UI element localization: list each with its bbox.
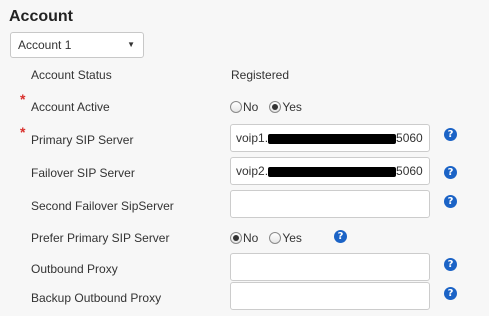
required-marker: *: [20, 124, 26, 140]
question-circle-icon[interactable]: ?: [444, 195, 457, 208]
account-active-no-option[interactable]: No: [230, 100, 258, 114]
radio-yes[interactable]: [269, 232, 282, 244]
outbound-proxy-label: Outbound Proxy: [31, 262, 118, 276]
second-failover-sip-server-input[interactable]: [230, 190, 430, 218]
row-failover-sip-server: Failover SIP Server voip2. 5060 ?: [0, 157, 489, 185]
prefer-primary-yes-option[interactable]: Yes: [269, 231, 302, 245]
second-failover-sip-server-label: Second Failover SipServer: [31, 199, 174, 213]
prefer-primary-radio-group: No Yes: [230, 226, 313, 250]
prefer-primary-sip-server-label: Prefer Primary SIP Server: [31, 231, 170, 245]
account-status-label: Account Status: [31, 68, 112, 82]
outbound-proxy-input[interactable]: [230, 253, 430, 281]
redaction-bar: [268, 133, 397, 144]
prefer-primary-no-option[interactable]: No: [230, 231, 258, 245]
row-primary-sip-server: * Primary SIP Server voip1. 5060 ?: [0, 124, 489, 152]
caret-down-icon: ▼: [127, 40, 135, 49]
primary-sip-suffix: 5060: [396, 131, 423, 145]
account-select-value: Account 1: [18, 38, 72, 52]
account-active-yes-option[interactable]: Yes: [269, 100, 302, 114]
radio-no[interactable]: [230, 232, 242, 244]
primary-sip-prefix: voip1.: [236, 131, 269, 145]
failover-sip-server-input[interactable]: voip2. 5060: [230, 157, 430, 185]
section-title: Account: [9, 8, 73, 25]
account-active-radio-group: No Yes: [230, 95, 313, 119]
radio-label-no: No: [243, 100, 259, 114]
failover-sip-suffix: 5060: [396, 164, 423, 178]
row-account-status: Account Status Registered: [0, 63, 489, 87]
question-circle-icon[interactable]: ?: [334, 230, 347, 243]
radio-label-yes: Yes: [282, 100, 302, 114]
primary-sip-server-label: Primary SIP Server: [31, 133, 134, 147]
redaction-bar: [268, 166, 397, 177]
account-active-label: Account Active: [31, 100, 110, 114]
question-circle-icon[interactable]: ?: [444, 258, 457, 271]
account-status-value: Registered: [231, 68, 290, 82]
row-second-failover-sip-server: Second Failover SipServer ?: [0, 190, 489, 218]
row-backup-outbound-proxy: Backup Outbound Proxy ?: [0, 282, 489, 310]
row-prefer-primary-sip-server: Prefer Primary SIP Server No Yes ?: [0, 226, 489, 250]
row-account-active: * Account Active No Yes: [0, 91, 489, 119]
account-select[interactable]: Account 1 ▼: [10, 32, 144, 58]
question-circle-icon[interactable]: ?: [444, 128, 457, 141]
question-circle-icon[interactable]: ?: [444, 166, 457, 179]
radio-no[interactable]: [230, 101, 242, 113]
radio-label-yes: Yes: [282, 231, 302, 245]
row-outbound-proxy: Outbound Proxy ?: [0, 253, 489, 281]
backup-outbound-proxy-input[interactable]: [230, 282, 430, 310]
failover-sip-prefix: voip2.: [236, 164, 269, 178]
required-marker: *: [20, 91, 26, 107]
account-panel: Account Account 1 ▼ Account Status Regis…: [0, 0, 489, 316]
question-circle-icon[interactable]: ?: [444, 287, 457, 300]
radio-yes[interactable]: [269, 101, 282, 113]
radio-label-no: No: [243, 231, 259, 245]
backup-outbound-proxy-label: Backup Outbound Proxy: [31, 291, 162, 305]
failover-sip-server-label: Failover SIP Server: [31, 166, 135, 180]
primary-sip-server-input[interactable]: voip1. 5060: [230, 124, 430, 152]
